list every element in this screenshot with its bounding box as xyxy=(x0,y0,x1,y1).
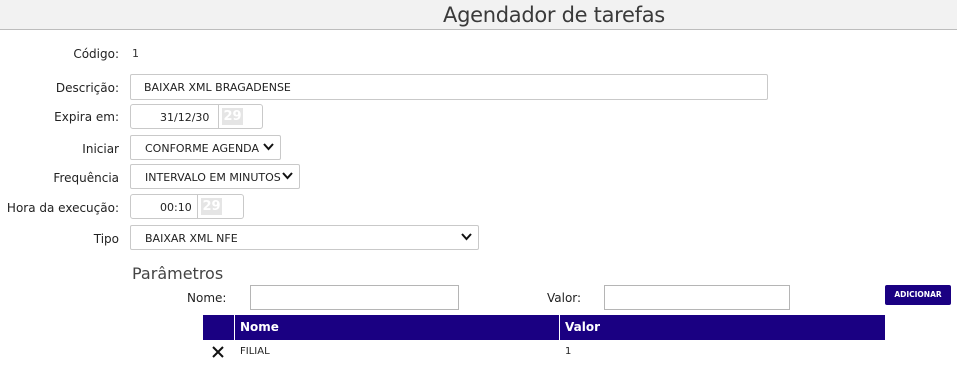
header-bar: Agendador de tarefas xyxy=(0,0,957,30)
codigo-label: Código: xyxy=(73,47,119,61)
descricao-label: Descrição: xyxy=(55,81,119,95)
page-title: Agendador de tarefas xyxy=(443,3,665,27)
param-nome-label: Nome: xyxy=(187,291,227,305)
frequencia-label: Frequência xyxy=(53,171,119,185)
calendar-icon: 29 xyxy=(222,108,243,125)
chevron-down-icon xyxy=(461,233,472,241)
param-nome-input[interactable] xyxy=(250,285,459,310)
hora-label: Hora da execução: xyxy=(6,201,119,215)
iniciar-value: CONFORME AGENDA xyxy=(145,142,259,155)
chevron-down-icon xyxy=(263,143,274,151)
expira-date-input[interactable]: 31/12/30 xyxy=(130,104,219,129)
descricao-input[interactable]: BAIXAR XML BRAGADENSE xyxy=(130,74,768,100)
tipo-select[interactable]: BAIXAR XML NFE xyxy=(130,225,479,250)
param-valor-input[interactable] xyxy=(604,285,790,310)
expira-calendar-button[interactable]: 29 xyxy=(219,104,263,129)
hora-value: 00:10 xyxy=(160,201,192,214)
column-header-nome[interactable]: Nome xyxy=(240,315,279,340)
chevron-down-icon xyxy=(282,172,293,180)
column-header-valor[interactable]: Valor xyxy=(565,315,600,340)
frequencia-value: INTERVALO EM MINUTOS xyxy=(145,171,281,184)
tipo-label: Tipo xyxy=(93,232,119,246)
codigo-value: 1 xyxy=(132,47,139,60)
parametros-heading: Parâmetros xyxy=(132,264,224,283)
calendar-icon: 29 xyxy=(201,198,222,215)
expira-label: Expira em: xyxy=(54,110,119,124)
expira-value: 31/12/30 xyxy=(160,111,210,124)
tipo-value: BAIXAR XML NFE xyxy=(145,232,238,245)
close-icon[interactable] xyxy=(210,344,226,360)
row-valor: 1 xyxy=(565,346,572,357)
iniciar-select[interactable]: CONFORME AGENDA xyxy=(130,135,281,160)
frequencia-select[interactable]: INTERVALO EM MINUTOS xyxy=(130,164,300,189)
column-divider xyxy=(559,315,560,340)
param-valor-label: Valor: xyxy=(547,291,582,305)
row-nome: FILIAL xyxy=(240,346,270,357)
hora-picker-button[interactable]: 29 xyxy=(198,194,244,219)
add-parameter-button[interactable]: ADICIONAR xyxy=(885,285,951,305)
table-header xyxy=(203,315,885,340)
column-divider xyxy=(234,315,235,340)
descricao-value: BAIXAR XML BRAGADENSE xyxy=(144,81,291,94)
hora-input[interactable]: 00:10 xyxy=(130,194,198,219)
iniciar-label: Iniciar xyxy=(82,142,119,156)
